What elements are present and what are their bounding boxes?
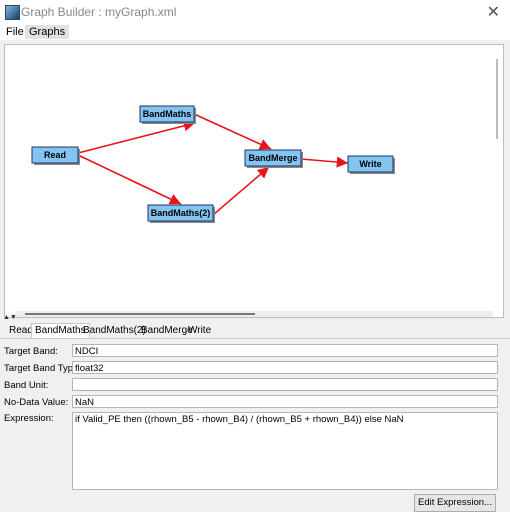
target-band-label: Target Band:	[4, 346, 58, 357]
target-band-type-field[interactable]: float32	[72, 361, 498, 374]
edge-bandmaths2-to-bandmerge	[212, 166, 270, 216]
expression-label: Expression:	[4, 413, 54, 424]
node-label: BandMaths(2)	[151, 208, 211, 218]
tab-write[interactable]: Write	[185, 324, 214, 338]
operator-tabs: Read BandMaths BandMaths(2) BandMerge Wr…	[0, 323, 510, 339]
split-pane-divider[interactable]: ▲▼	[0, 314, 510, 322]
band-unit-label: Band Unit:	[4, 380, 49, 391]
vertical-scrollbar[interactable]	[496, 59, 498, 139]
horizontal-scroll-thumb[interactable]	[25, 313, 255, 315]
graph-svg: Read BandMaths BandMaths(2) BandMerge Write	[31, 105, 395, 223]
menu-bar: File Graphs	[0, 24, 510, 40]
target-band-type-label: Target Band Type:	[4, 363, 81, 374]
node-label: BandMerge	[248, 153, 297, 163]
node-bandmerge[interactable]: BandMerge	[244, 149, 303, 168]
graph-canvas[interactable]: Read BandMaths BandMaths(2) BandMerge Write	[4, 44, 504, 318]
edge-bandmaths-to-bandmerge	[193, 113, 272, 150]
edge-read-to-bandmaths	[77, 120, 196, 154]
menu-graphs[interactable]: Graphs	[25, 25, 70, 39]
edge-read-to-bandmaths2	[77, 154, 182, 205]
node-bandmaths2[interactable]: BandMaths(2)	[147, 204, 215, 223]
close-icon[interactable]: ✕	[487, 2, 500, 22]
node-write[interactable]: Write	[347, 155, 395, 174]
edit-expression-button[interactable]: Edit Expression...	[414, 494, 496, 512]
bandmaths-parameters-panel: Target Band: NDCI Target Band Type: floa…	[0, 338, 510, 512]
no-data-value-field[interactable]: NaN	[72, 395, 498, 408]
edge-bandmerge-to-write	[300, 156, 349, 168]
window-title: Graph Builder : myGraph.xml	[21, 5, 177, 19]
no-data-value-label: No-Data Value:	[4, 397, 69, 408]
node-label: Write	[359, 159, 381, 169]
band-unit-field[interactable]	[72, 378, 498, 391]
node-read[interactable]: Read	[31, 146, 80, 165]
expression-textarea[interactable]: if Valid_PE then ((rhown_B5 - rhown_B4) …	[72, 412, 498, 490]
splitter-arrows-icon[interactable]: ▲▼	[3, 314, 17, 321]
node-bandmaths[interactable]: BandMaths	[139, 105, 196, 124]
menu-file[interactable]: File	[2, 25, 28, 39]
title-bar: Graph Builder : myGraph.xml ✕	[0, 0, 510, 25]
app-icon	[5, 5, 20, 20]
node-label: Read	[44, 150, 66, 160]
target-band-field[interactable]: NDCI	[72, 344, 498, 357]
node-label: BandMaths	[143, 109, 192, 119]
